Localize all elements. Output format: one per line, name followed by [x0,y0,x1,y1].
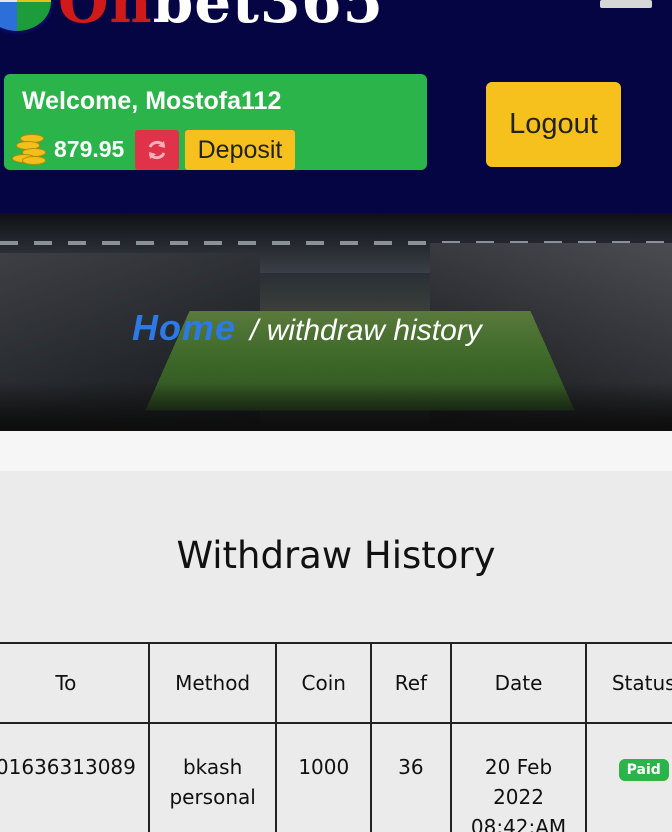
column-header-method: Method [147,642,278,724]
site-logo[interactable]: Onbet365 [0,0,400,36]
status-badge: Paid [618,759,669,781]
deposit-button[interactable]: Deposit [185,130,295,170]
logo-text-rest: bet365 [152,0,385,36]
column-header-date: Date [449,642,588,724]
table-header-row: To Method Coin Ref Date Status [0,642,672,724]
cell-method-line1: bkash [182,755,243,779]
coins-icon [10,134,46,166]
breadcrumb-home-link[interactable]: Home [132,307,236,348]
hero-banner: Home / withdraw history [0,213,672,431]
cell-status: Paid [585,722,672,832]
logo-text-on: On [58,0,153,36]
withdraw-history-table: To Method Coin Ref Date Status 016363130… [0,642,672,832]
cell-method-line2: personal [169,785,256,809]
logo-ball-icon [0,0,54,34]
breadcrumb: Home / withdraw history [132,307,482,349]
cell-coin: 1000 [275,722,373,832]
page-title: Withdraw History [176,534,496,577]
cell-method: bkash personal [147,722,278,832]
cell-date-line1: 20 Feb [484,755,553,779]
header: Onbet365 Welcome, Mostofa112 879.95 Depo… [0,0,672,213]
cell-date: 20 Feb 2022 08:42:AM [449,722,588,832]
column-header-status: Status [585,642,672,724]
column-header-to: To [0,642,150,724]
cell-to: 01636313089 [0,722,150,832]
cell-ref: 36 [370,722,452,832]
breadcrumb-current: / withdraw history [250,314,482,347]
column-header-ref: Ref [370,642,452,724]
crowd-foreground [0,383,672,431]
table-row: 01636313089 bkash personal 1000 36 20 Fe… [0,722,672,832]
menu-icon[interactable] [600,0,652,8]
account-box: Welcome, Mostofa112 879.95 Deposit [4,74,427,170]
balance-value: 879.95 [54,136,125,162]
logout-button[interactable]: Logout [486,82,621,167]
refresh-balance-button[interactable] [135,130,179,170]
welcome-text: Welcome, Mostofa112 [22,87,282,115]
section-divider [0,431,672,471]
cell-date-line2: 2022 [493,785,544,809]
cell-date-line3: 08:42:AM [470,815,567,832]
refresh-icon [148,140,166,160]
column-header-coin: Coin [275,642,373,724]
logo-text: Onbet365 [58,0,384,36]
